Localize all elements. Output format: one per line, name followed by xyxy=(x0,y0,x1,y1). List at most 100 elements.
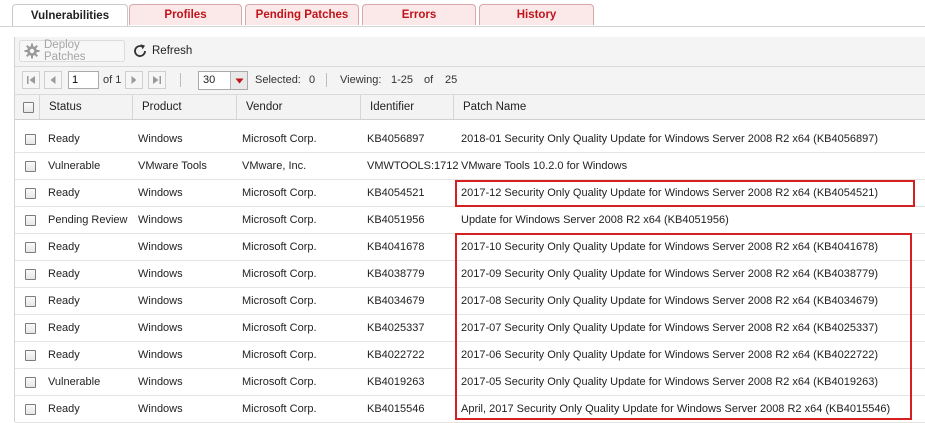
vendor-cell: Microsoft Corp. xyxy=(242,241,317,253)
identifier-cell: KB4022722 xyxy=(367,349,425,361)
table-row[interactable]: Vulnerable VMware Tools VMware, Inc. VMW… xyxy=(15,153,925,180)
product-cell: Windows xyxy=(138,187,183,199)
toolbar: Deploy Patches Refresh xyxy=(15,37,925,67)
refresh-button[interactable]: Refresh xyxy=(128,40,194,62)
tab-history[interactable]: History xyxy=(479,4,594,25)
viewing-of-label: of xyxy=(424,74,434,86)
table-row[interactable]: Ready Windows Microsoft Corp. KB4041678 … xyxy=(15,234,925,261)
row-checkbox[interactable] xyxy=(25,349,36,361)
column-header-product[interactable]: Product xyxy=(132,95,236,119)
first-page-icon xyxy=(27,76,35,84)
last-page-button[interactable] xyxy=(148,71,166,89)
viewing-label: Viewing: xyxy=(340,74,382,86)
patch-name-cell: 2017-10 Security Only Quality Update for… xyxy=(461,241,878,253)
tab-profiles[interactable]: Profiles xyxy=(129,4,242,25)
refresh-label: Refresh xyxy=(152,45,193,57)
vendor-cell: Microsoft Corp. xyxy=(242,295,317,307)
status-cell: Vulnerable xyxy=(48,160,101,172)
row-checkbox[interactable] xyxy=(25,214,36,226)
product-cell: Windows xyxy=(138,268,183,280)
column-header-identifier[interactable]: Identifier xyxy=(360,95,453,119)
chevron-down-icon xyxy=(230,72,247,89)
patch-name-cell: VMware Tools 10.2.0 for Windows xyxy=(461,160,628,172)
first-page-button[interactable] xyxy=(22,71,40,89)
table-row[interactable]: Ready Windows Microsoft Corp. KB4054521 … xyxy=(15,180,925,207)
row-checkbox[interactable] xyxy=(25,268,36,280)
previous-page-button[interactable] xyxy=(44,71,62,89)
pager-separator xyxy=(180,73,181,87)
pager: of 1 30 Selected: 0 Viewing: 1-25 of 25 xyxy=(15,67,925,95)
table-row[interactable]: Pending Review Windows Microsoft Corp. K… xyxy=(15,207,925,234)
table-row[interactable]: Ready Windows Microsoft Corp. KB4025337 … xyxy=(15,315,925,342)
vendor-cell: Microsoft Corp. xyxy=(242,214,317,226)
select-all-checkbox[interactable] xyxy=(23,101,34,113)
row-checkbox[interactable] xyxy=(25,133,36,145)
page-number-input[interactable] xyxy=(68,71,99,89)
table-header: Status Product Vendor Identifier Patch N… xyxy=(15,95,925,120)
column-header-vendor[interactable]: Vendor xyxy=(236,95,360,119)
refresh-icon xyxy=(132,43,148,59)
patch-name-cell: Update for Windows Server 2008 R2 x64 (K… xyxy=(461,214,729,226)
table-row[interactable]: Vulnerable Windows Microsoft Corp. KB401… xyxy=(15,369,925,396)
patch-name-cell: 2017-06 Security Only Quality Update for… xyxy=(461,349,878,361)
row-checkbox[interactable] xyxy=(25,187,36,199)
row-checkbox[interactable] xyxy=(25,403,36,415)
table-row[interactable]: Ready Windows Microsoft Corp. KB4034679 … xyxy=(15,288,925,315)
identifier-cell: KB4041678 xyxy=(367,241,425,253)
next-page-button[interactable] xyxy=(125,71,143,89)
identifier-cell: KB4038779 xyxy=(367,268,425,280)
status-cell: Ready xyxy=(48,133,80,145)
status-cell: Ready xyxy=(48,187,80,199)
column-header-label: Patch Name xyxy=(463,101,527,113)
row-checkbox[interactable] xyxy=(25,160,36,172)
status-cell: Ready xyxy=(48,403,80,415)
row-checkbox[interactable] xyxy=(25,376,36,388)
tab-pending-patches[interactable]: Pending Patches xyxy=(245,4,359,25)
previous-page-icon xyxy=(50,76,56,84)
patch-name-cell: 2017-09 Security Only Quality Update for… xyxy=(461,268,878,280)
vendor-cell: Microsoft Corp. xyxy=(242,349,317,361)
column-header-label: Status xyxy=(49,101,82,113)
patch-name-cell: 2017-08 Security Only Quality Update for… xyxy=(461,295,878,307)
identifier-cell: KB4051956 xyxy=(367,214,425,226)
column-header-label: Vendor xyxy=(246,101,283,113)
status-cell: Pending Review xyxy=(48,214,128,226)
page-count-label: of 1 xyxy=(103,74,122,86)
identifier-cell: KB4056897 xyxy=(367,133,425,145)
deploy-patches-button[interactable]: Deploy Patches xyxy=(19,39,125,63)
vendor-cell: VMware, Inc. xyxy=(242,160,307,172)
column-header-patch-name[interactable]: Patch Name xyxy=(453,95,925,119)
product-cell: Windows xyxy=(138,376,183,388)
tab-errors[interactable]: Errors xyxy=(362,4,476,25)
identifier-cell: KB4054521 xyxy=(367,187,425,199)
viewing-range: 1-25 xyxy=(391,74,414,86)
deploy-patches-label: Deploy Patches xyxy=(44,39,86,63)
table-row[interactable]: Ready Windows Microsoft Corp. KB4015546 … xyxy=(15,396,925,423)
patch-name-cell: 2017-07 Security Only Quality Update for… xyxy=(461,322,878,334)
row-checkbox[interactable] xyxy=(25,241,36,253)
product-cell: Windows xyxy=(138,214,183,226)
row-checkbox[interactable] xyxy=(25,295,36,307)
page-size-select[interactable]: 30 xyxy=(198,71,248,90)
status-cell: Ready xyxy=(48,349,80,361)
table-row[interactable]: Ready Windows Microsoft Corp. KB4038779 … xyxy=(15,261,925,288)
row-checkbox[interactable] xyxy=(25,322,36,334)
select-all-checkbox-cell xyxy=(15,95,39,119)
table-row[interactable]: Ready Windows Microsoft Corp. KB4022722 … xyxy=(15,342,925,369)
vendor-cell: Microsoft Corp. xyxy=(242,268,317,280)
status-cell: Ready xyxy=(48,268,80,280)
product-cell: Windows xyxy=(138,403,183,415)
tab-vulnerabilities[interactable]: Vulnerabilities xyxy=(12,4,128,26)
identifier-cell: KB4015546 xyxy=(367,403,425,415)
viewing-total: 25 xyxy=(445,74,458,86)
selected-label: Selected: xyxy=(255,74,301,86)
column-header-status[interactable]: Status xyxy=(39,95,132,119)
table-row[interactable]: Ready Windows Microsoft Corp. KB4056897 … xyxy=(15,126,925,153)
vendor-cell: Microsoft Corp. xyxy=(242,133,317,145)
vendor-cell: Microsoft Corp. xyxy=(242,322,317,334)
vendor-cell: Microsoft Corp. xyxy=(242,403,317,415)
column-header-label: Identifier xyxy=(370,101,415,113)
last-page-icon xyxy=(153,76,161,84)
table-body: Ready Windows Microsoft Corp. KB4056897 … xyxy=(15,126,925,423)
identifier-cell: KB4025337 xyxy=(367,322,425,334)
